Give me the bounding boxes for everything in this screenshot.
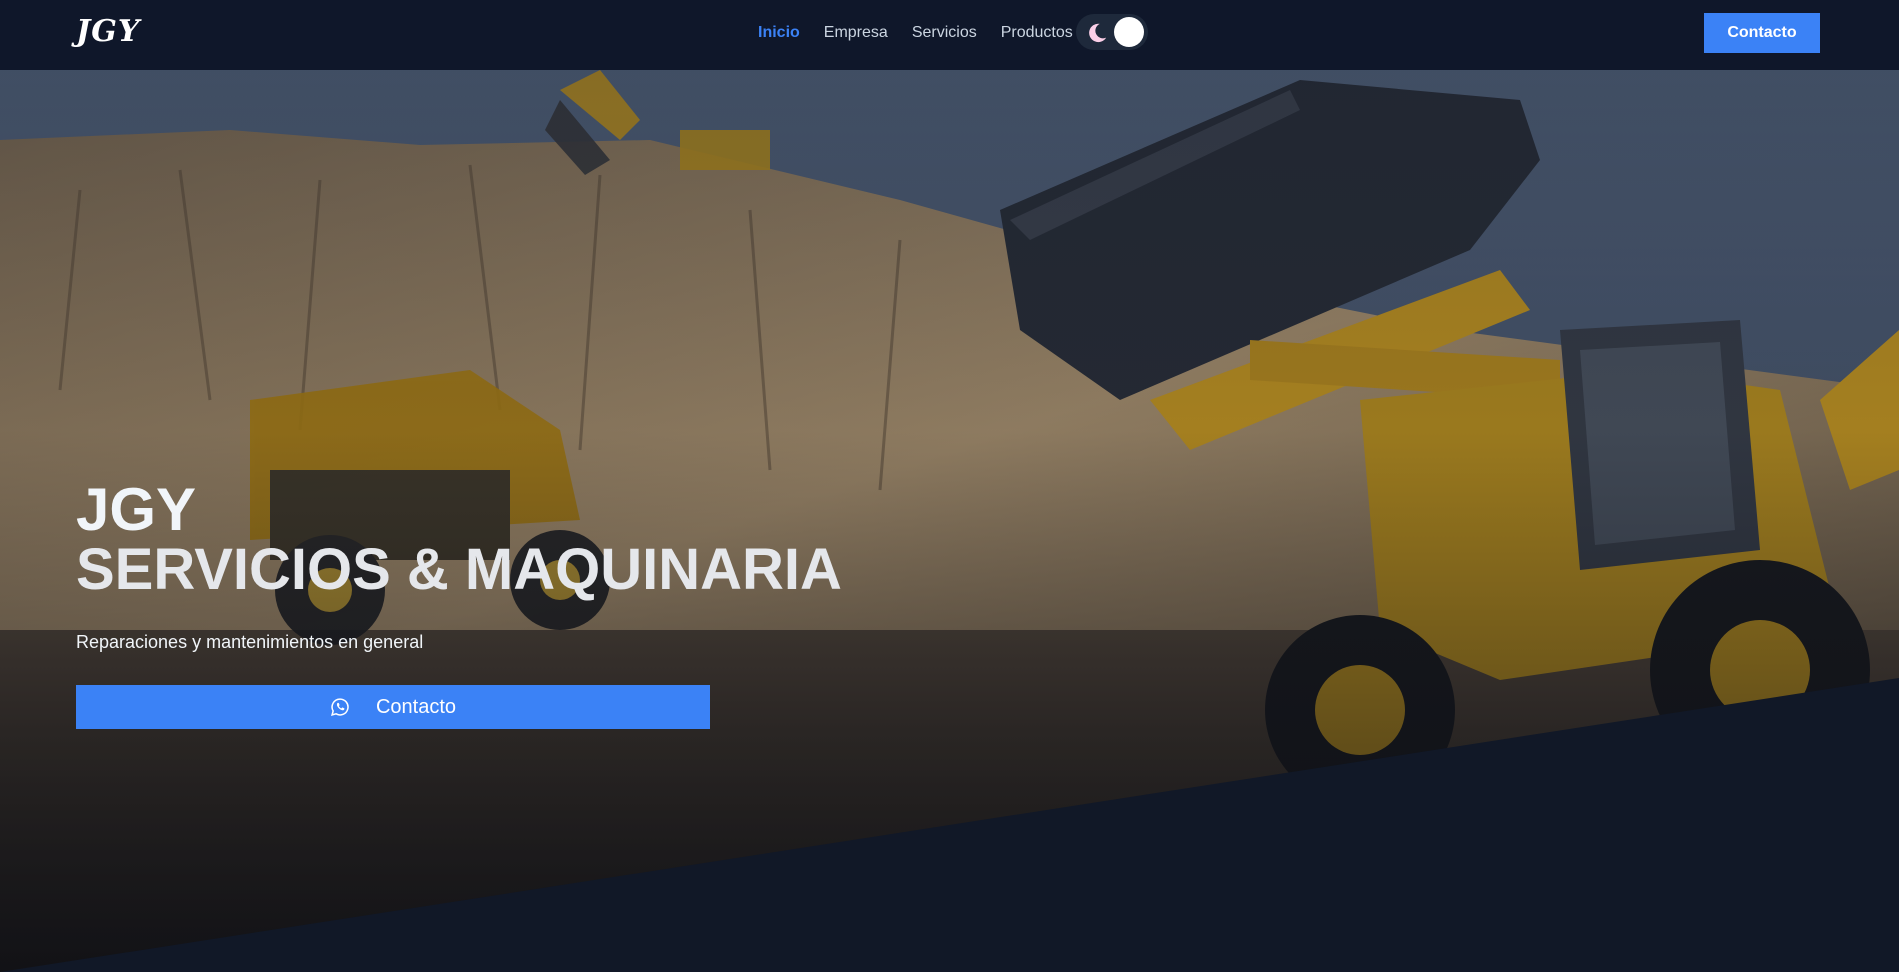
whatsapp-icon [330,698,349,716]
hero-title-line1: JGY [76,476,197,543]
nav-link-empresa[interactable]: Empresa [824,24,888,42]
theme-toggle[interactable] [1076,14,1148,50]
hero-content: JGY SERVICIOS & MAQUINARIA Reparaciones … [76,480,976,729]
nav-link-inicio[interactable]: Inicio [758,24,800,42]
nav-links: Inicio Empresa Servicios Productos [758,0,1073,66]
hero-section: JGY SERVICIOS & MAQUINARIA Reparaciones … [0,70,1899,972]
nav-link-servicios[interactable]: Servicios [912,24,977,42]
hero-title-line2: SERVICIOS & MAQUINARIA [76,537,842,602]
nav-link-productos[interactable]: Productos [1001,24,1073,42]
contact-button[interactable]: Contacto [1704,13,1820,53]
hero-subtitle: Reparaciones y mantenimientos en general [76,632,424,652]
hero-title: JGY SERVICIOS & MAQUINARIA [76,480,976,602]
moon-icon [1089,23,1107,43]
hero-contact-button[interactable]: Contacto [76,685,710,729]
logo[interactable]: JGY [76,14,140,49]
toggle-knob [1114,17,1144,47]
navbar: JGY Inicio Empresa Servicios Productos C… [0,0,1899,70]
hero-contact-label: Contacto [375,695,457,718]
